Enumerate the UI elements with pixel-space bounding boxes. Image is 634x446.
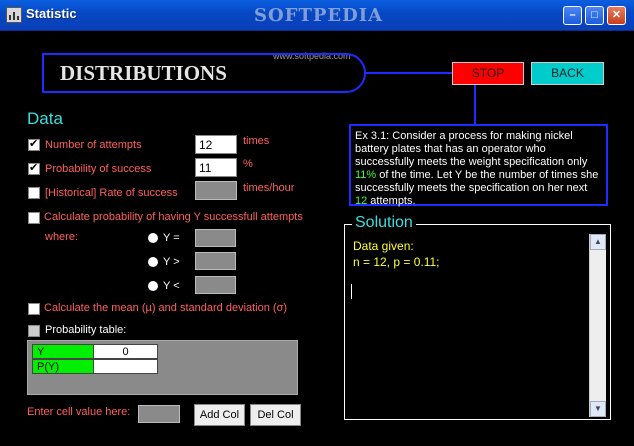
radio-y-greater[interactable] — [148, 257, 158, 267]
y-greater-input[interactable] — [195, 252, 236, 270]
probability-table-label: Probability table: — [45, 324, 127, 336]
example-highlight-2: 12 — [355, 195, 368, 207]
statistic-window: Statistic SOFTPEDIA – □ ✕ www.softpedia.… — [0, 0, 634, 446]
app-chart-icon — [6, 7, 22, 23]
solution-line-2: n = 12, p = 0.11; — [353, 255, 440, 269]
maximize-button[interactable]: □ — [585, 6, 604, 25]
attempts-checkbox[interactable] — [28, 137, 40, 151]
rate-label: [Historical] Rate of success — [45, 187, 178, 199]
attempts-label: Number of attempts — [45, 139, 142, 151]
solution-textarea[interactable]: Data given: n = 12, p = 0.11; — [351, 236, 587, 417]
probability-input[interactable] — [195, 158, 237, 177]
radio-y-less-label: Y < — [163, 280, 180, 292]
watermark: SOFTPEDIA — [254, 5, 384, 26]
window-title: Statistic — [26, 6, 77, 21]
rate-input[interactable] — [195, 181, 237, 200]
title-bar[interactable]: Statistic SOFTPEDIA – □ ✕ — [0, 0, 634, 31]
where-label: where: — [45, 231, 79, 243]
probability-label: Probability of success — [45, 163, 152, 175]
text-caret — [351, 284, 352, 299]
solution-scrollbar[interactable]: ▲ ▼ — [589, 234, 606, 417]
calc-probability-checkbox[interactable] — [28, 212, 40, 224]
attempts-unit: times — [243, 135, 270, 147]
add-col-button[interactable]: Add Col — [194, 404, 245, 426]
data-section-title: Data — [27, 109, 63, 128]
scroll-up-icon[interactable]: ▲ — [590, 234, 606, 250]
mean-sd-label: Calculate the mean (µ) and standard devi… — [44, 302, 288, 314]
calc-probability-label: Calculate probability of having Y succes… — [44, 211, 303, 223]
probability-table-checkbox[interactable] — [28, 325, 40, 337]
mean-sd-checkbox[interactable] — [28, 303, 40, 315]
y-equal-input[interactable] — [195, 229, 236, 247]
attempts-input[interactable] — [195, 135, 237, 154]
del-col-button[interactable]: Del Col — [250, 404, 301, 426]
scroll-down-icon[interactable]: ▼ — [590, 401, 606, 417]
rate-unit: times/hour — [243, 182, 295, 194]
radio-y-greater-label: Y > — [163, 256, 180, 268]
cell-value-input[interactable] — [138, 405, 180, 423]
solution-title: Solution — [352, 214, 416, 232]
solution-line-1: Data given: — [353, 239, 414, 253]
radio-y-equal-label: Y = — [163, 232, 180, 244]
close-button[interactable]: ✕ — [607, 6, 626, 25]
table-header-py: P(Y) — [32, 359, 94, 374]
stop-button[interactable]: STOP — [452, 62, 524, 85]
probability-unit: % — [243, 158, 253, 170]
radio-y-less[interactable] — [148, 281, 158, 291]
radio-y-equal[interactable] — [148, 233, 158, 243]
back-button[interactable]: BACK — [531, 62, 604, 85]
example-text-3: attempts. — [367, 195, 416, 207]
example-box: Ex 3.1: Consider a process for making ni… — [349, 124, 608, 207]
example-highlight-1: 11% — [355, 169, 377, 181]
probability-checkbox[interactable] — [28, 161, 40, 175]
y-less-input[interactable] — [195, 276, 236, 294]
table-cell-py[interactable] — [93, 359, 158, 374]
minimize-button[interactable]: – — [563, 6, 582, 25]
cell-entry-label: Enter cell value here: — [27, 406, 131, 418]
probability-table: Y 0 P(Y) — [27, 340, 298, 395]
rate-checkbox[interactable] — [28, 187, 40, 199]
page-title: DISTRIBUTIONS — [60, 61, 227, 85]
table-cell[interactable]: 0 — [93, 344, 158, 359]
example-text-1: Ex 3.1: Consider a process for making ni… — [355, 130, 588, 168]
example-text-2: of the time. Let Y be the number of time… — [355, 169, 599, 194]
table-header-y: Y — [32, 344, 94, 359]
